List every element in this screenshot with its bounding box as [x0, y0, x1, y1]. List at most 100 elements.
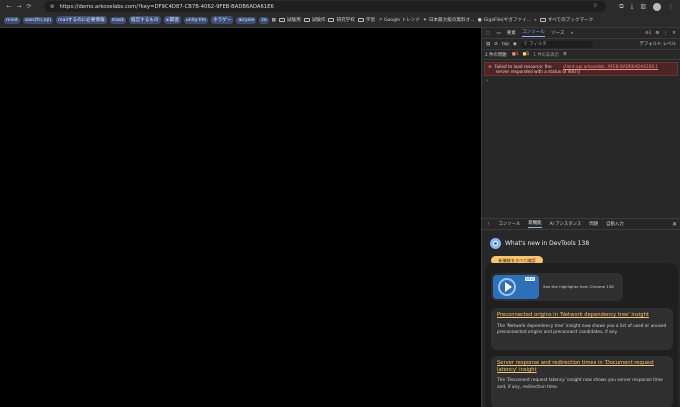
close-devtools-icon[interactable]: ✕: [672, 31, 676, 36]
article-body: The 'Document request latency' insight n…: [497, 378, 663, 390]
devtools-actions: ⊗1 ⚙ ⋮ ✕: [645, 31, 680, 36]
bookmark-link[interactable]: ↗ Google トレンド: [378, 17, 420, 24]
issues-warn-count: 1: [526, 52, 530, 57]
error-count: 1: [648, 30, 652, 36]
drawer-tab-issues[interactable]: 問題: [589, 221, 598, 227]
filter-input[interactable]: ⊽ フィルタ: [520, 40, 593, 48]
article-card: Preconnected origins in 'Network depende…: [491, 308, 673, 350]
page-viewport: [0, 28, 481, 407]
bookmark-chip[interactable]: mailするのに必要情報: [56, 16, 107, 24]
folder-icon: [278, 18, 285, 22]
bookmark-label: Google トレンド: [383, 18, 420, 23]
close-drawer-icon[interactable]: ✕: [672, 221, 680, 228]
highlights-text: See the highlights from Chrome 138: [543, 284, 614, 289]
reload-icon[interactable]: ⟳: [24, 2, 34, 12]
error-count-badge[interactable]: ⊗1: [645, 31, 651, 36]
issues-settings-icon[interactable]: ⚙: [563, 52, 567, 57]
console-error-message[interactable]: ⊗ Failed to load resource: the client-api…: [484, 62, 678, 76]
article-body: The 'Network dependency tree' insight no…: [497, 323, 667, 336]
drawer-menu-icon[interactable]: ⋮: [486, 222, 490, 227]
grid-icon[interactable]: ▦: [272, 18, 276, 23]
article-title[interactable]: Preconnected origins in 'Network depende…: [497, 312, 667, 319]
folder-icon: [357, 18, 364, 22]
article-title[interactable]: Server response and redirection times in…: [497, 360, 667, 373]
bookmark-chip[interactable]: mind: [4, 16, 20, 24]
video-thumbnail[interactable]: NEW: [493, 275, 539, 299]
bookmark-chip[interactable]: 経営するもの: [128, 16, 161, 24]
folder-icon: [328, 18, 335, 22]
device-icon[interactable]: ▭: [496, 31, 500, 36]
inspect-icon[interactable]: ⬚: [486, 31, 490, 36]
devtools-logo-icon: [490, 238, 501, 249]
bookmark-chip[interactable]: aicysie: [236, 16, 257, 24]
forward-icon[interactable]: →: [14, 2, 24, 12]
article-card: Server response and redirection times in…: [491, 356, 673, 407]
play-icon: [505, 282, 512, 292]
log-level-select[interactable]: デフォルト レベル: [639, 41, 680, 47]
issues-bar: 2 件の問題: ■1 ■1 1 件の非表示 ⚙: [482, 50, 680, 60]
folder-label: 試験用: [286, 18, 301, 23]
filter-placeholder: フィルタ: [529, 42, 547, 47]
bookmark-label: GigaFile(ギガファイ...: [483, 18, 531, 23]
bookmark-folder[interactable]: 研究学校: [328, 17, 355, 23]
drawer-tab-autofill[interactable]: 自動入力: [606, 221, 624, 227]
tab-sources[interactable]: ソース: [551, 30, 565, 36]
tab-console[interactable]: コンソール: [521, 29, 545, 37]
drawer-tab-console[interactable]: コンソール: [498, 221, 520, 227]
extensions-icon[interactable]: ⧉: [619, 3, 623, 11]
bookmark-chip[interactable]: zo: [259, 16, 269, 24]
drawer-tab-whats-new[interactable]: 新機能: [528, 220, 542, 228]
highlights-card[interactable]: NEW See the highlights from Chrome 138: [491, 273, 623, 301]
context-select[interactable]: top: [502, 42, 509, 47]
download-icon[interactable]: ⤓: [631, 3, 634, 11]
folder-label: 研究学校: [336, 18, 355, 23]
bookmark-star-icon[interactable]: ☆: [593, 2, 598, 9]
whats-new-header: What's new in DevTools 138: [482, 230, 680, 249]
bookmark-chip[interactable]: ホラゲー: [211, 16, 234, 24]
bookmark-folder[interactable]: 学習: [357, 17, 375, 23]
url-text[interactable]: https://demo.arkoselabs.com/?key=DF9C4D8…: [59, 4, 273, 10]
error-icon: ⊗: [488, 64, 492, 69]
bookmark-chip[interactable]: mask: [109, 16, 126, 24]
new-tag: NEW: [524, 277, 535, 281]
more-bookmarks-icon[interactable]: »: [534, 18, 537, 23]
profile-avatar[interactable]: [653, 2, 661, 11]
eye-icon[interactable]: ◉: [513, 42, 517, 47]
sidebar-toggle-icon[interactable]: ▤: [486, 42, 490, 47]
address-bar[interactable]: ⚙ https://demo.arkoselabs.com/?key=DF9C4…: [44, 1, 606, 12]
all-bookmarks-folder[interactable]: すべてのブックマーク: [539, 17, 594, 23]
menu-icon[interactable]: ⋮: [668, 3, 674, 10]
bookmark-link[interactable]: ✦ 日本最大級の無料オ...: [422, 17, 475, 24]
issues-error-badge[interactable]: ■1: [512, 52, 519, 57]
drawer-tab-ai[interactable]: AI アシスタンス: [550, 221, 582, 227]
kebab-icon[interactable]: ⋮: [664, 31, 669, 36]
browser-toolbar: ← → ⟳ ⚙ https://demo.arkoselabs.com/?key…: [0, 0, 680, 13]
bookmark-chip[interactable]: ai関連: [163, 16, 181, 24]
sidebar-icon[interactable]: ▥: [640, 3, 646, 10]
console-prompt[interactable]: ›: [482, 76, 680, 86]
star-icon: ✦: [422, 17, 427, 23]
folder-label: すべてのブックマーク: [547, 18, 594, 23]
bookmark-link[interactable]: ● GigaFile(ギガファイ...: [478, 17, 531, 24]
console-toolbar: ▤ ⊘ top ◉ ⊽ フィルタ デフォルト レベル: [482, 39, 680, 50]
tab-elements[interactable]: 要素: [507, 30, 516, 36]
more-tabs-icon[interactable]: »: [570, 31, 573, 36]
folder-label: 試験作: [311, 18, 326, 23]
whats-new-title: What's new in DevTools 138: [505, 240, 590, 247]
devtools-tabs: ⬚ ▭ 要素 コンソール ソース » ⊗1 ⚙ ⋮ ✕: [482, 28, 680, 39]
site-info-icon[interactable]: ⚙: [50, 4, 54, 10]
issues-label: 2 件の問題:: [485, 52, 508, 58]
whats-new-feed: NEW See the highlights from Chrome 138 P…: [485, 263, 678, 407]
bookmark-folder[interactable]: 試験作: [303, 17, 326, 23]
clear-console-icon[interactable]: ⊘: [494, 42, 498, 47]
bookmark-folder[interactable]: 試験用: [278, 17, 301, 23]
settings-icon[interactable]: ⚙: [655, 31, 659, 36]
bookmark-chip[interactable]: sass(fcr,eji): [22, 16, 54, 24]
toolbar-right: ⧉ ⤓ ▥ ⋮: [619, 0, 680, 13]
devtools-drawer: ⋮ コンソール 新機能 AI アシスタンス 問題 自動入力 ✕ What's n…: [482, 218, 680, 407]
error-source-link[interactable]: client-api.arkoselab...9FEB-BADB6ADA61E6…: [563, 64, 658, 69]
folder-icon: [303, 18, 310, 22]
bookmark-chip[interactable]: unity-llm: [183, 16, 209, 24]
back-icon[interactable]: ←: [4, 2, 14, 12]
issues-warn-badge[interactable]: ■1: [523, 52, 530, 57]
